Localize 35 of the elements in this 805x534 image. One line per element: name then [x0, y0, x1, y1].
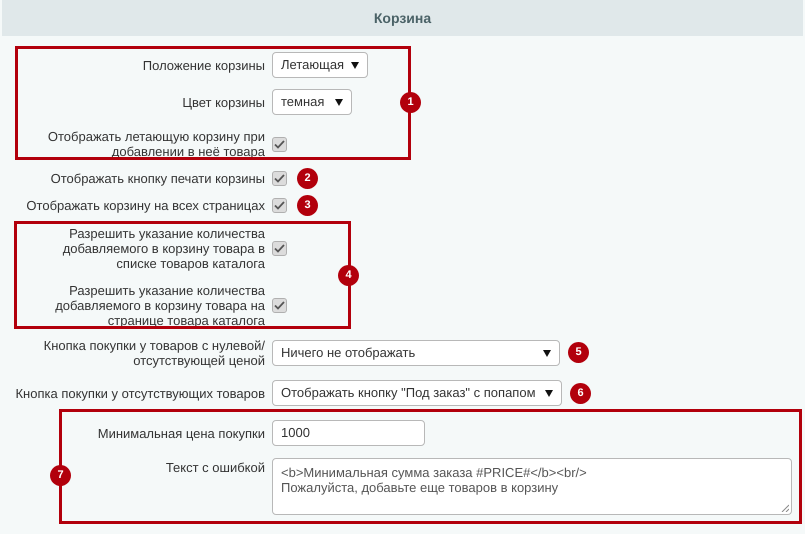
caret-icon — [543, 350, 551, 356]
field-label: Положение корзины — [142, 58, 265, 72]
field-label: Цвет корзины — [182, 94, 265, 110]
field-label: Отображать летающую корзину при добавлении в неё товара — [46, 129, 265, 159]
dropdown[interactable]: Отображать кнопку "Под заказ" с попапом — [272, 380, 562, 406]
number-badge: 4 — [338, 265, 359, 286]
resize-grip-icon[interactable] — [781, 504, 789, 512]
number-badge: 1 — [400, 92, 421, 113]
number-badge: 2 — [297, 168, 318, 189]
section-title: Корзина — [374, 8, 432, 28]
dropdown[interactable]: темная — [272, 89, 352, 115]
number-badge: 3 — [297, 195, 318, 216]
caret-icon — [545, 390, 553, 396]
field-label: Кнопка покупки у отсутствующих товаров — [15, 386, 265, 400]
field-label: Отображать кнопку печати корзины — [50, 170, 265, 186]
checkbox[interactable] — [272, 298, 287, 313]
field-label: Кнопка покупки у товаров с нулевой/ отсутствующей ценой — [42, 338, 265, 368]
checkbox[interactable] — [272, 198, 287, 212]
number-badge: 5 — [568, 342, 589, 363]
field-label: Разрешить указание количества добавляемого в корзину товара в списке товаров каталога — [62, 226, 265, 271]
text-area[interactable]: <b>Минимальная сумма заказа #PRICE#</b><br/> Пожалуйста, добавьте еще товаров в корзину — [272, 458, 792, 515]
dropdown[interactable]: Ничего не отображать — [272, 340, 560, 366]
field-label: Минимальная цена покупки — [98, 426, 265, 440]
checkbox[interactable] — [272, 170, 287, 186]
caret-icon — [335, 98, 343, 106]
checkbox[interactable] — [272, 241, 287, 256]
caret-icon — [351, 62, 359, 68]
input-field[interactable]: 1000 — [272, 420, 425, 446]
field-label: Разрешить указание количества добавляемого в корзину товара на странице товара каталога — [54, 283, 265, 328]
dropdown[interactable]: Летающая — [272, 52, 368, 78]
number-badge: 6 — [570, 383, 591, 404]
number-badge: 7 — [50, 465, 71, 486]
field-label: Текст с ошибкой — [166, 460, 265, 475]
checkbox[interactable] — [272, 136, 287, 152]
field-label: Отображать корзину на всех страницах — [26, 198, 265, 212]
